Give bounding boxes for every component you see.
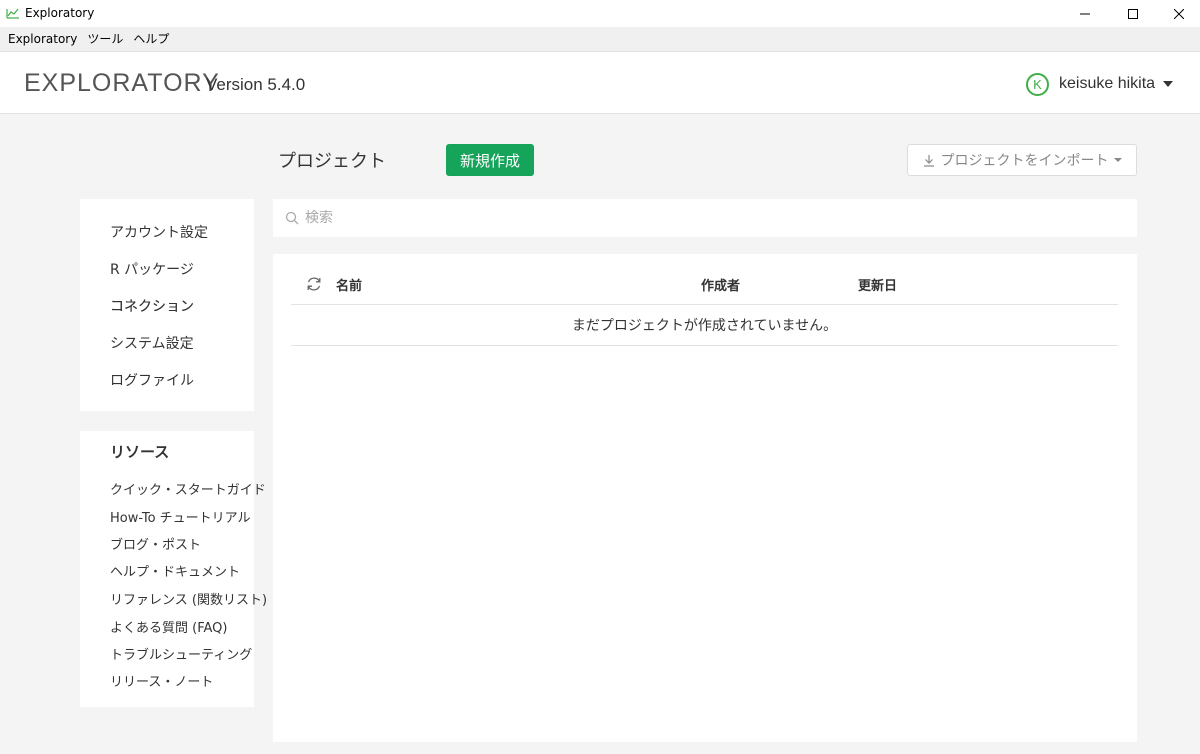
resource-quick-start[interactable]: クイック・スタートガイド — [110, 479, 266, 498]
avatar: K — [1026, 72, 1049, 96]
window-titlebar: Exploratory — [0, 0, 1200, 27]
empty-message: まだプロジェクトが作成されていません。 — [291, 305, 1118, 346]
menu-help[interactable]: ヘルプ — [128, 27, 174, 52]
menu-bar: Exploratory ツール ヘルプ — [0, 27, 1200, 52]
resources-heading: リソース — [110, 443, 170, 461]
resources-nav: リソース クイック・スタートガイド How-To チュートリアル ブログ・ポスト… — [80, 431, 267, 707]
import-project-button[interactable]: プロジェクトをインポート — [907, 144, 1137, 176]
user-menu[interactable]: K keisuke hikita — [1026, 72, 1174, 96]
sidebar-item-account[interactable]: アカウント設定 — [110, 222, 208, 242]
version-label: Version 5.4.0 — [206, 75, 306, 94]
app-header: EXPLORATORY Version 5.4.0 K keisuke hiki… — [0, 52, 1200, 114]
caret-down-icon — [1113, 158, 1122, 162]
download-icon — [923, 154, 934, 167]
close-button[interactable] — [1156, 0, 1200, 27]
search-icon — [285, 211, 299, 225]
brand-logo: EXPLORATORY — [24, 69, 220, 97]
projects-table: 名前 作成者 更新日 まだプロジェクトが作成されていません。 — [273, 254, 1137, 742]
refresh-icon[interactable] — [305, 275, 323, 293]
caret-down-icon — [1163, 81, 1174, 87]
menu-tools[interactable]: ツール — [82, 27, 128, 52]
new-project-button[interactable]: 新規作成 — [446, 144, 534, 176]
maximize-icon — [1128, 8, 1138, 19]
resource-faq[interactable]: よくある質問 (FAQ) — [110, 617, 227, 636]
maximize-button[interactable] — [1110, 0, 1156, 27]
minimize-icon — [1080, 13, 1090, 14]
resource-how-to[interactable]: How-To チュートリアル — [110, 507, 251, 526]
sidebar-item-connection-label[interactable]: コネクション — [110, 296, 194, 316]
table-header: 名前 作成者 更新日 — [291, 264, 1118, 305]
resource-release-notes[interactable]: リリース・ノート — [110, 671, 213, 690]
resource-blog[interactable]: ブログ・ポスト — [110, 534, 201, 553]
column-name[interactable]: 名前 — [336, 275, 362, 294]
import-label: プロジェクトをインポート — [940, 153, 1109, 169]
sidebar-item-r-packages[interactable]: R パッケージ — [110, 259, 194, 279]
sidebar-item-system[interactable]: システム設定 — [110, 333, 194, 353]
app-chart-icon — [6, 8, 19, 19]
resource-troubleshooting[interactable]: トラブルシューティング — [110, 644, 252, 663]
minimize-button[interactable] — [1062, 0, 1108, 27]
resource-reference[interactable]: リファレンス (関数リスト) — [110, 589, 267, 608]
page-title: プロジェクト — [278, 151, 386, 172]
resource-help-docs[interactable]: ヘルプ・ドキュメント — [110, 561, 240, 580]
sidebar-item-logfile[interactable]: ログファイル — [110, 370, 194, 390]
column-author[interactable]: 作成者 — [701, 275, 740, 294]
user-name: keisuke hikita — [1059, 75, 1156, 92]
menu-exploratory[interactable]: Exploratory — [3, 27, 82, 52]
window-title: Exploratory — [25, 6, 95, 20]
search-bar — [273, 199, 1137, 237]
search-input[interactable] — [305, 210, 1085, 226]
column-updated[interactable]: 更新日 — [858, 275, 897, 294]
close-icon — [1174, 8, 1184, 19]
